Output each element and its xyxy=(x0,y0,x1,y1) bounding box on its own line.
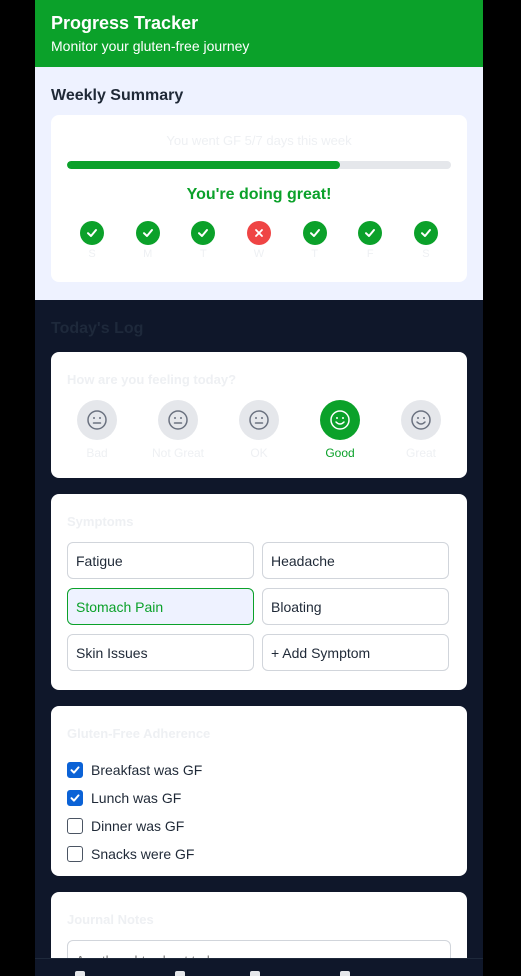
day-item: T xyxy=(191,221,216,261)
face-icon xyxy=(77,400,117,440)
weekly-summary-section: Weekly Summary You went GF 5/7 days this… xyxy=(35,67,483,300)
symptom-stomach-pain-button[interactable]: Stomach Pain xyxy=(67,588,254,625)
stats-nav-icon[interactable] xyxy=(250,971,260,976)
symptom-fatigue-button[interactable]: Fatigue xyxy=(67,542,254,579)
adherence-breakfast[interactable]: Breakfast was GF xyxy=(67,756,451,784)
day-streak: S M T W T F S xyxy=(67,221,451,261)
checkbox[interactable] xyxy=(67,846,83,862)
home-nav-icon[interactable] xyxy=(75,971,85,976)
header: Progress Tracker Monitor your gluten-fre… xyxy=(35,0,483,67)
day-item: S xyxy=(413,221,438,261)
weekly-progress-fill xyxy=(67,161,340,169)
adherence-checklist: Breakfast was GF Lunch was GF Dinner was… xyxy=(67,756,451,868)
checkbox-label: Dinner was GF xyxy=(91,818,185,834)
day-label: S xyxy=(88,248,96,260)
mood-label: Good xyxy=(325,446,355,460)
mood-label: Not Great xyxy=(151,446,205,460)
bottom-navigation xyxy=(35,958,483,976)
check-circle-icon xyxy=(358,221,383,245)
symptom-bloating-button[interactable]: Bloating xyxy=(262,588,449,625)
mood-label: Great xyxy=(405,446,436,460)
check-circle-icon xyxy=(191,221,216,245)
mood-label: OK xyxy=(250,446,268,460)
mood-option-good[interactable]: Good xyxy=(310,400,370,460)
journal-heading: Journal Notes xyxy=(67,912,154,927)
mood-option-bad[interactable]: Bad xyxy=(67,400,127,460)
mood-option-great[interactable]: Great xyxy=(391,400,451,460)
checkbox[interactable] xyxy=(67,762,83,778)
adherence-dinner[interactable]: Dinner was GF xyxy=(67,812,451,840)
weekly-summary-text: You went GF 5/7 days this week xyxy=(166,133,352,148)
day-item: W xyxy=(246,221,271,261)
face-icon xyxy=(401,400,441,440)
check-circle-icon xyxy=(80,221,104,245)
day-label: W xyxy=(253,248,265,260)
adherence-snacks[interactable]: Snacks were GF xyxy=(67,840,451,868)
face-icon xyxy=(239,400,279,440)
mood-options: Bad Not Great OK Good Great xyxy=(67,400,451,460)
mood-label: Bad xyxy=(86,446,108,460)
adherence-heading: Gluten-Free Adherence xyxy=(67,726,211,741)
todays-log-title: Today's Log xyxy=(51,320,144,337)
check-circle-icon xyxy=(302,221,327,245)
day-item: T xyxy=(302,221,327,261)
adherence-lunch[interactable]: Lunch was GF xyxy=(67,784,451,812)
day-item: S xyxy=(80,221,104,261)
mood-option-not-great[interactable]: Not Great xyxy=(148,400,208,460)
checkbox-label: Breakfast was GF xyxy=(91,762,203,778)
symptom-headache-button[interactable]: Headache xyxy=(262,542,449,579)
day-label: S xyxy=(422,248,430,260)
mood-heading: How are you feeling today? xyxy=(67,372,237,387)
profile-nav-icon[interactable] xyxy=(340,971,350,976)
check-circle-icon xyxy=(135,221,160,245)
app-container: Progress Tracker Monitor your gluten-fre… xyxy=(35,0,483,976)
day-label: M xyxy=(143,248,153,260)
adherence-card: Gluten-Free Adherence Breakfast was GF L… xyxy=(51,706,467,876)
face-icon xyxy=(320,400,360,440)
day-item: M xyxy=(135,221,160,261)
page-title: Progress Tracker xyxy=(51,13,199,33)
weekly-progress-bar xyxy=(67,161,451,169)
mood-card: How are you feeling today? Bad Not Great… xyxy=(51,352,467,478)
checkbox-label: Snacks were GF xyxy=(91,846,195,862)
x-circle-icon xyxy=(246,221,271,245)
checkbox[interactable] xyxy=(67,818,83,834)
log-nav-icon[interactable] xyxy=(175,971,185,976)
checkbox[interactable] xyxy=(67,790,83,806)
symptom-grid: Fatigue Headache Stomach Pain Bloating S… xyxy=(67,542,451,671)
checkbox-label: Lunch was GF xyxy=(91,790,182,806)
page-subtitle: Monitor your gluten-free journey xyxy=(51,38,250,54)
day-label: T xyxy=(199,248,207,260)
weekly-summary-card: You went GF 5/7 days this week You're do… xyxy=(51,115,467,282)
day-label: F xyxy=(366,248,374,260)
weekly-summary-title: Weekly Summary xyxy=(51,87,184,104)
face-icon xyxy=(158,400,198,440)
encouragement-message: You're doing great! xyxy=(186,186,332,203)
day-item: F xyxy=(358,221,383,261)
mood-option-ok[interactable]: OK xyxy=(229,400,289,460)
check-circle-icon xyxy=(413,221,438,245)
symptoms-card: Symptoms Fatigue Headache Stomach Pain B… xyxy=(51,494,467,690)
symptoms-heading: Symptoms xyxy=(67,514,134,529)
day-label: T xyxy=(311,248,318,260)
add-symptom-button[interactable]: + Add Symptom xyxy=(262,634,449,671)
todays-log-section: Today's Log How are you feeling today? B… xyxy=(35,300,483,976)
symptom-skin-issues-button[interactable]: Skin Issues xyxy=(67,634,254,671)
